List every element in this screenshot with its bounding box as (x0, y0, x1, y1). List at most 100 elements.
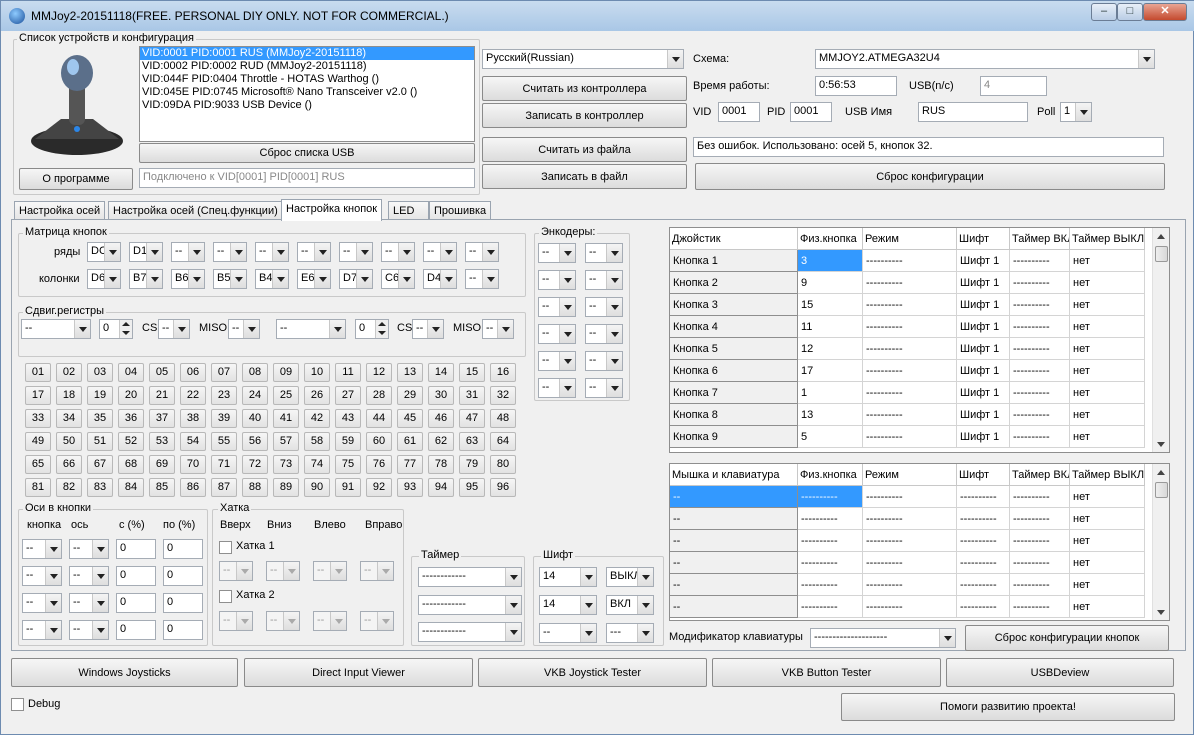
joystick-table-cell[interactable]: ---------- (1010, 382, 1070, 404)
reset-usb-button[interactable]: Сброс списка USB (139, 143, 475, 163)
matrix-col-select[interactable]: E6 (297, 269, 331, 289)
joystick-table-cell[interactable]: Кнопка 9 (670, 426, 798, 448)
mouse-table-cell[interactable]: -- (670, 574, 798, 596)
shift-mode-select[interactable]: ВКЛ (606, 595, 654, 615)
joystick-table-cell[interactable]: нет (1070, 426, 1145, 448)
joystick-table-cell[interactable]: 9 (798, 272, 863, 294)
joystick-table[interactable]: Джойстик Физ.кнопка Режим Шифт Таймер ВКЛ Тай… (669, 227, 1170, 453)
joystick-table-cell[interactable]: Шифт 1 (957, 272, 1010, 294)
phys-button[interactable]: 05 (149, 363, 175, 382)
joystick-table-cell[interactable]: 3 (798, 250, 863, 272)
phys-button[interactable]: 52 (118, 432, 144, 451)
device-list-item[interactable]: VID:0001 PID:0001 RUS (MMJoy2-20151118) (140, 47, 474, 60)
close-button[interactable]: ✕ (1143, 3, 1187, 21)
joystick-table-cell[interactable]: ---------- (863, 250, 957, 272)
encoder-b-select[interactable]: -- (585, 324, 623, 344)
phys-button[interactable]: 08 (242, 363, 268, 382)
encoder-b-select[interactable]: -- (585, 270, 623, 290)
mouse-table-scrollbar[interactable] (1152, 464, 1169, 620)
axb-button-select[interactable]: -- (22, 593, 62, 613)
phys-button[interactable]: 96 (490, 478, 516, 497)
timer-select-3[interactable]: ------------ (418, 622, 522, 642)
encoder-b-select[interactable]: -- (585, 378, 623, 398)
about-button[interactable]: О программе (19, 168, 133, 190)
modifier-select[interactable]: -------------------- (810, 628, 956, 648)
matrix-col-select[interactable]: C6 (381, 269, 415, 289)
phys-button[interactable]: 84 (118, 478, 144, 497)
joystick-table-cell[interactable]: 12 (798, 338, 863, 360)
joystick-table-cell[interactable]: нет (1070, 404, 1145, 426)
joystick-table-cell[interactable]: ---------- (1010, 250, 1070, 272)
encoder-a-select[interactable]: -- (538, 351, 576, 371)
scroll-up-icon[interactable] (1157, 234, 1165, 239)
matrix-row-select[interactable]: -- (381, 242, 415, 262)
shift-reg-1-count[interactable]: 0 (99, 319, 133, 339)
encoder-a-select[interactable]: -- (538, 243, 576, 263)
scheme-select[interactable]: MMJOY2.ATMEGA32U4 (815, 49, 1155, 69)
phys-button[interactable]: 61 (397, 432, 423, 451)
axb-button-select[interactable]: -- (22, 566, 62, 586)
mouse-table-cell[interactable]: нет (1070, 596, 1145, 618)
support-project-button[interactable]: Помоги развитию проекта! (841, 693, 1175, 721)
matrix-row-select[interactable]: -- (213, 242, 247, 262)
language-select[interactable]: Русский(Russian) (482, 49, 684, 69)
shift-number-select[interactable]: 14 (539, 595, 597, 615)
joystick-table-cell[interactable]: ---------- (863, 360, 957, 382)
phys-button[interactable]: 80 (490, 455, 516, 474)
joystick-table-cell[interactable]: 11 (798, 316, 863, 338)
direct-input-viewer-button[interactable]: Direct Input Viewer (244, 658, 473, 687)
hat1-direction-select[interactable]: -- (219, 561, 253, 581)
phys-button[interactable]: 79 (459, 455, 485, 474)
joystick-table-cell[interactable]: ---------- (863, 426, 957, 448)
matrix-row-select[interactable]: DC (87, 242, 121, 262)
shift-reg-1-cs[interactable]: -- (158, 319, 190, 339)
matrix-col-select[interactable]: B7 (129, 269, 163, 289)
phys-button[interactable]: 88 (242, 478, 268, 497)
matrix-row-select[interactable]: -- (255, 242, 289, 262)
phys-button[interactable]: 60 (366, 432, 392, 451)
matrix-col-select[interactable]: -- (465, 269, 499, 289)
phys-button[interactable]: 77 (397, 455, 423, 474)
joystick-table-cell[interactable]: нет (1070, 382, 1145, 404)
mouse-table-cell[interactable]: ---------- (957, 508, 1010, 530)
joystick-table-cell[interactable]: 13 (798, 404, 863, 426)
mouse-table-cell[interactable]: ---------- (863, 574, 957, 596)
axb-axis-select[interactable]: -- (69, 539, 109, 559)
joystick-table-cell[interactable]: нет (1070, 338, 1145, 360)
maximize-button[interactable]: □ (1117, 3, 1143, 21)
phys-button[interactable]: 25 (273, 386, 299, 405)
phys-button[interactable]: 20 (118, 386, 144, 405)
phys-button[interactable]: 06 (180, 363, 206, 382)
joystick-table-cell[interactable]: Шифт 1 (957, 426, 1010, 448)
joystick-table-cell[interactable]: ---------- (1010, 360, 1070, 382)
phys-button[interactable]: 34 (56, 409, 82, 428)
phys-button[interactable]: 10 (304, 363, 330, 382)
joystick-table-cell[interactable]: ---------- (1010, 426, 1070, 448)
hat1-direction-select[interactable]: -- (266, 561, 300, 581)
joystick-table-cell[interactable]: ---------- (863, 338, 957, 360)
matrix-col-select[interactable]: D7 (339, 269, 373, 289)
phys-button[interactable]: 26 (304, 386, 330, 405)
reset-config-button[interactable]: Сброс конфигурации (695, 163, 1165, 190)
usb-name-field[interactable]: RUS (918, 102, 1028, 122)
phys-button[interactable]: 15 (459, 363, 485, 382)
phys-button[interactable]: 24 (242, 386, 268, 405)
phys-button[interactable]: 56 (242, 432, 268, 451)
mouse-table-cell[interactable]: -- (670, 508, 798, 530)
shift-mode-select[interactable]: --- (606, 623, 654, 643)
phys-button[interactable]: 94 (428, 478, 454, 497)
mouse-table-cell[interactable]: ---------- (1010, 552, 1070, 574)
hat2-direction-select[interactable]: -- (266, 611, 300, 631)
phys-button[interactable]: 90 (304, 478, 330, 497)
encoder-b-select[interactable]: -- (585, 351, 623, 371)
mouse-table-cell[interactable]: ---------- (863, 486, 957, 508)
phys-button[interactable]: 50 (56, 432, 82, 451)
scroll-up-icon[interactable] (1157, 470, 1165, 475)
axb-to-field[interactable]: 0 (163, 566, 203, 586)
scroll-thumb[interactable] (1155, 482, 1168, 498)
axb-to-field[interactable]: 0 (163, 539, 203, 559)
joystick-table-cell[interactable]: Кнопка 4 (670, 316, 798, 338)
device-list[interactable]: VID:0001 PID:0001 RUS (MMJoy2-20151118) … (139, 46, 475, 142)
vid-field[interactable]: 0001 (718, 102, 760, 122)
tab-led[interactable]: LED (388, 201, 429, 220)
